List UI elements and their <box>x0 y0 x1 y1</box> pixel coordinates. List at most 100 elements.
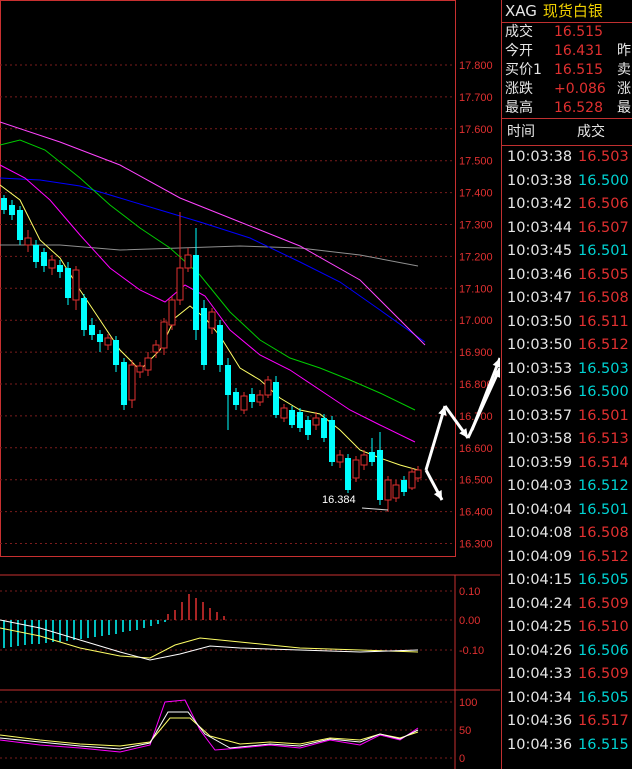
macd-dea-line <box>0 619 419 661</box>
symbol-name: 现货白银 <box>542 2 603 20</box>
tick-row[interactable]: 10:03:56 16.500 <box>502 381 632 405</box>
candle-down <box>217 325 223 365</box>
quote-row: 最高 16.528 最 <box>502 99 632 118</box>
candle-down <box>329 420 335 462</box>
tick-price: 16.503 <box>578 149 629 165</box>
tick-row[interactable]: 10:03:45 16.501 <box>502 240 632 264</box>
tick-row[interactable]: 10:04:04 16.501 <box>502 499 632 523</box>
tick-time: 10:04:36 <box>507 736 573 753</box>
candle-up <box>352 459 360 479</box>
tick-row[interactable]: 10:03:50 16.512 <box>502 334 632 358</box>
macd-tick-label: 0.10 <box>459 586 480 598</box>
candle-down <box>249 394 255 402</box>
tick-price: 16.509 <box>578 595 629 612</box>
tick-row[interactable]: 10:03:38 16.500 <box>502 170 632 194</box>
candle-up <box>208 311 216 329</box>
tick-price: 16.503 <box>578 360 629 377</box>
tick-row[interactable]: 10:03:58 16.513 <box>502 428 632 452</box>
tick-price: 16.508 <box>578 290 629 306</box>
price-tick-label: 16.600 <box>459 443 493 455</box>
tick-time: 10:03:56 <box>507 384 573 400</box>
tick-price: 16.511 <box>578 313 629 330</box>
candle-down <box>89 325 95 335</box>
kdj-tick-label: 50 <box>459 725 471 737</box>
quote-row: 成交 16.515 <box>502 23 632 42</box>
quote-label-secondary: 最 <box>617 100 631 116</box>
quote-row: 今开 16.431 昨 <box>502 42 632 61</box>
tick-row[interactable]: 10:04:36 16.515 <box>502 734 632 758</box>
tick-row[interactable]: 10:04:09 16.512 <box>502 546 632 570</box>
tick-row[interactable]: 10:04:15 16.505 <box>502 569 632 593</box>
candlestick-chart[interactable]: 17.800 17.700 17.600 17.500 17.400 17.300 17.2… <box>0 0 500 769</box>
price-tick-label: 17.300 <box>459 220 493 232</box>
tick-row[interactable]: 10:04:08 16.508 <box>502 522 632 546</box>
quote-label-secondary: 涨 <box>617 81 631 97</box>
tick-row[interactable]: 10:03:38 16.503 <box>502 146 632 170</box>
ma10-line <box>0 164 416 443</box>
price-tick-label: 16.500 <box>459 475 493 487</box>
low-marker-line <box>361 507 389 511</box>
candle-down <box>233 392 239 405</box>
candle-down <box>41 252 47 266</box>
candle-up <box>256 394 264 403</box>
tick-row[interactable]: 10:03:53 16.503 <box>502 358 632 382</box>
candle-down <box>113 340 119 365</box>
tick-row[interactable]: 10:04:36 16.517 <box>502 710 632 734</box>
candle-down <box>297 412 303 428</box>
quote-rows: 成交 16.515 今开 16.431 昨买价1 16.515 卖涨跌 +0.086 涨最高 16… <box>502 23 632 118</box>
tick-row[interactable]: 10:03:50 16.511 <box>502 311 632 335</box>
tick-row[interactable]: 10:04:33 16.509 <box>502 663 632 687</box>
ticks-col-price: 成交 <box>577 124 605 140</box>
candle-up <box>336 454 344 463</box>
tick-row[interactable]: 10:03:46 16.505 <box>502 264 632 288</box>
tick-price: 16.505 <box>578 689 629 706</box>
candle-down <box>305 420 311 435</box>
tick-time: 10:03:46 <box>507 266 573 283</box>
ticks-list[interactable]: 10:03:38 16.503 10:03:38 16.500 10:03:42 16.5… <box>502 146 632 757</box>
tick-row[interactable]: 10:04:24 16.509 <box>502 593 632 617</box>
tick-price: 16.507 <box>578 219 629 236</box>
tick-time: 10:03:38 <box>507 172 573 189</box>
candle-down <box>81 298 87 330</box>
candle-down <box>1 198 7 210</box>
candle-down <box>273 382 279 415</box>
tick-price: 16.505 <box>578 572 629 588</box>
tick-row[interactable]: 10:03:44 16.507 <box>502 217 632 241</box>
price-tick-label: 17.700 <box>459 92 493 104</box>
tick-row[interactable]: 10:03:47 16.508 <box>502 287 632 311</box>
candle-down <box>193 255 199 330</box>
tick-row[interactable]: 10:04:25 16.510 <box>502 616 632 640</box>
tick-price: 16.500 <box>578 172 629 189</box>
tick-price: 16.506 <box>578 642 629 659</box>
tick-row[interactable]: 10:04:03 16.512 <box>502 475 632 499</box>
kline-chart-area[interactable]: 17.800 17.700 17.600 17.500 17.400 17.300 17.2… <box>0 0 500 769</box>
candle-up <box>144 357 152 371</box>
price-tick-label: 17.100 <box>459 283 493 295</box>
tick-time: 10:03:53 <box>507 360 573 377</box>
candle-down <box>369 452 375 462</box>
tick-row[interactable]: 10:04:34 16.505 <box>502 687 632 711</box>
candle-up <box>240 395 248 411</box>
tick-row[interactable]: 10:03:57 16.501 <box>502 405 632 429</box>
tick-time: 10:04:36 <box>507 713 573 729</box>
tick-price: 16.505 <box>578 266 629 283</box>
tick-time: 10:03:44 <box>507 219 573 236</box>
tick-price: 16.509 <box>578 666 629 682</box>
macd-tick-label: 0.00 <box>459 615 480 627</box>
candle-up <box>176 267 184 301</box>
price-tick-label: 17.500 <box>459 156 493 168</box>
quote-value: 16.528 <box>554 100 603 116</box>
tick-price: 16.508 <box>578 525 629 541</box>
price-tick-label: 17.600 <box>459 124 493 136</box>
tick-price: 16.515 <box>578 736 629 753</box>
tick-row[interactable]: 10:03:42 16.506 <box>502 193 632 217</box>
candle-up <box>408 471 416 489</box>
quote-value: 16.515 <box>554 24 603 40</box>
tick-row[interactable]: 10:03:59 16.514 <box>502 452 632 476</box>
tick-time: 10:04:09 <box>507 548 573 565</box>
price-tick-label: 16.400 <box>459 507 493 519</box>
low-price-label: 16.384 <box>322 494 356 506</box>
tick-row[interactable]: 10:04:26 16.506 <box>502 640 632 664</box>
kdj-tick-label: 0 <box>459 753 465 765</box>
candle-down <box>201 308 207 365</box>
